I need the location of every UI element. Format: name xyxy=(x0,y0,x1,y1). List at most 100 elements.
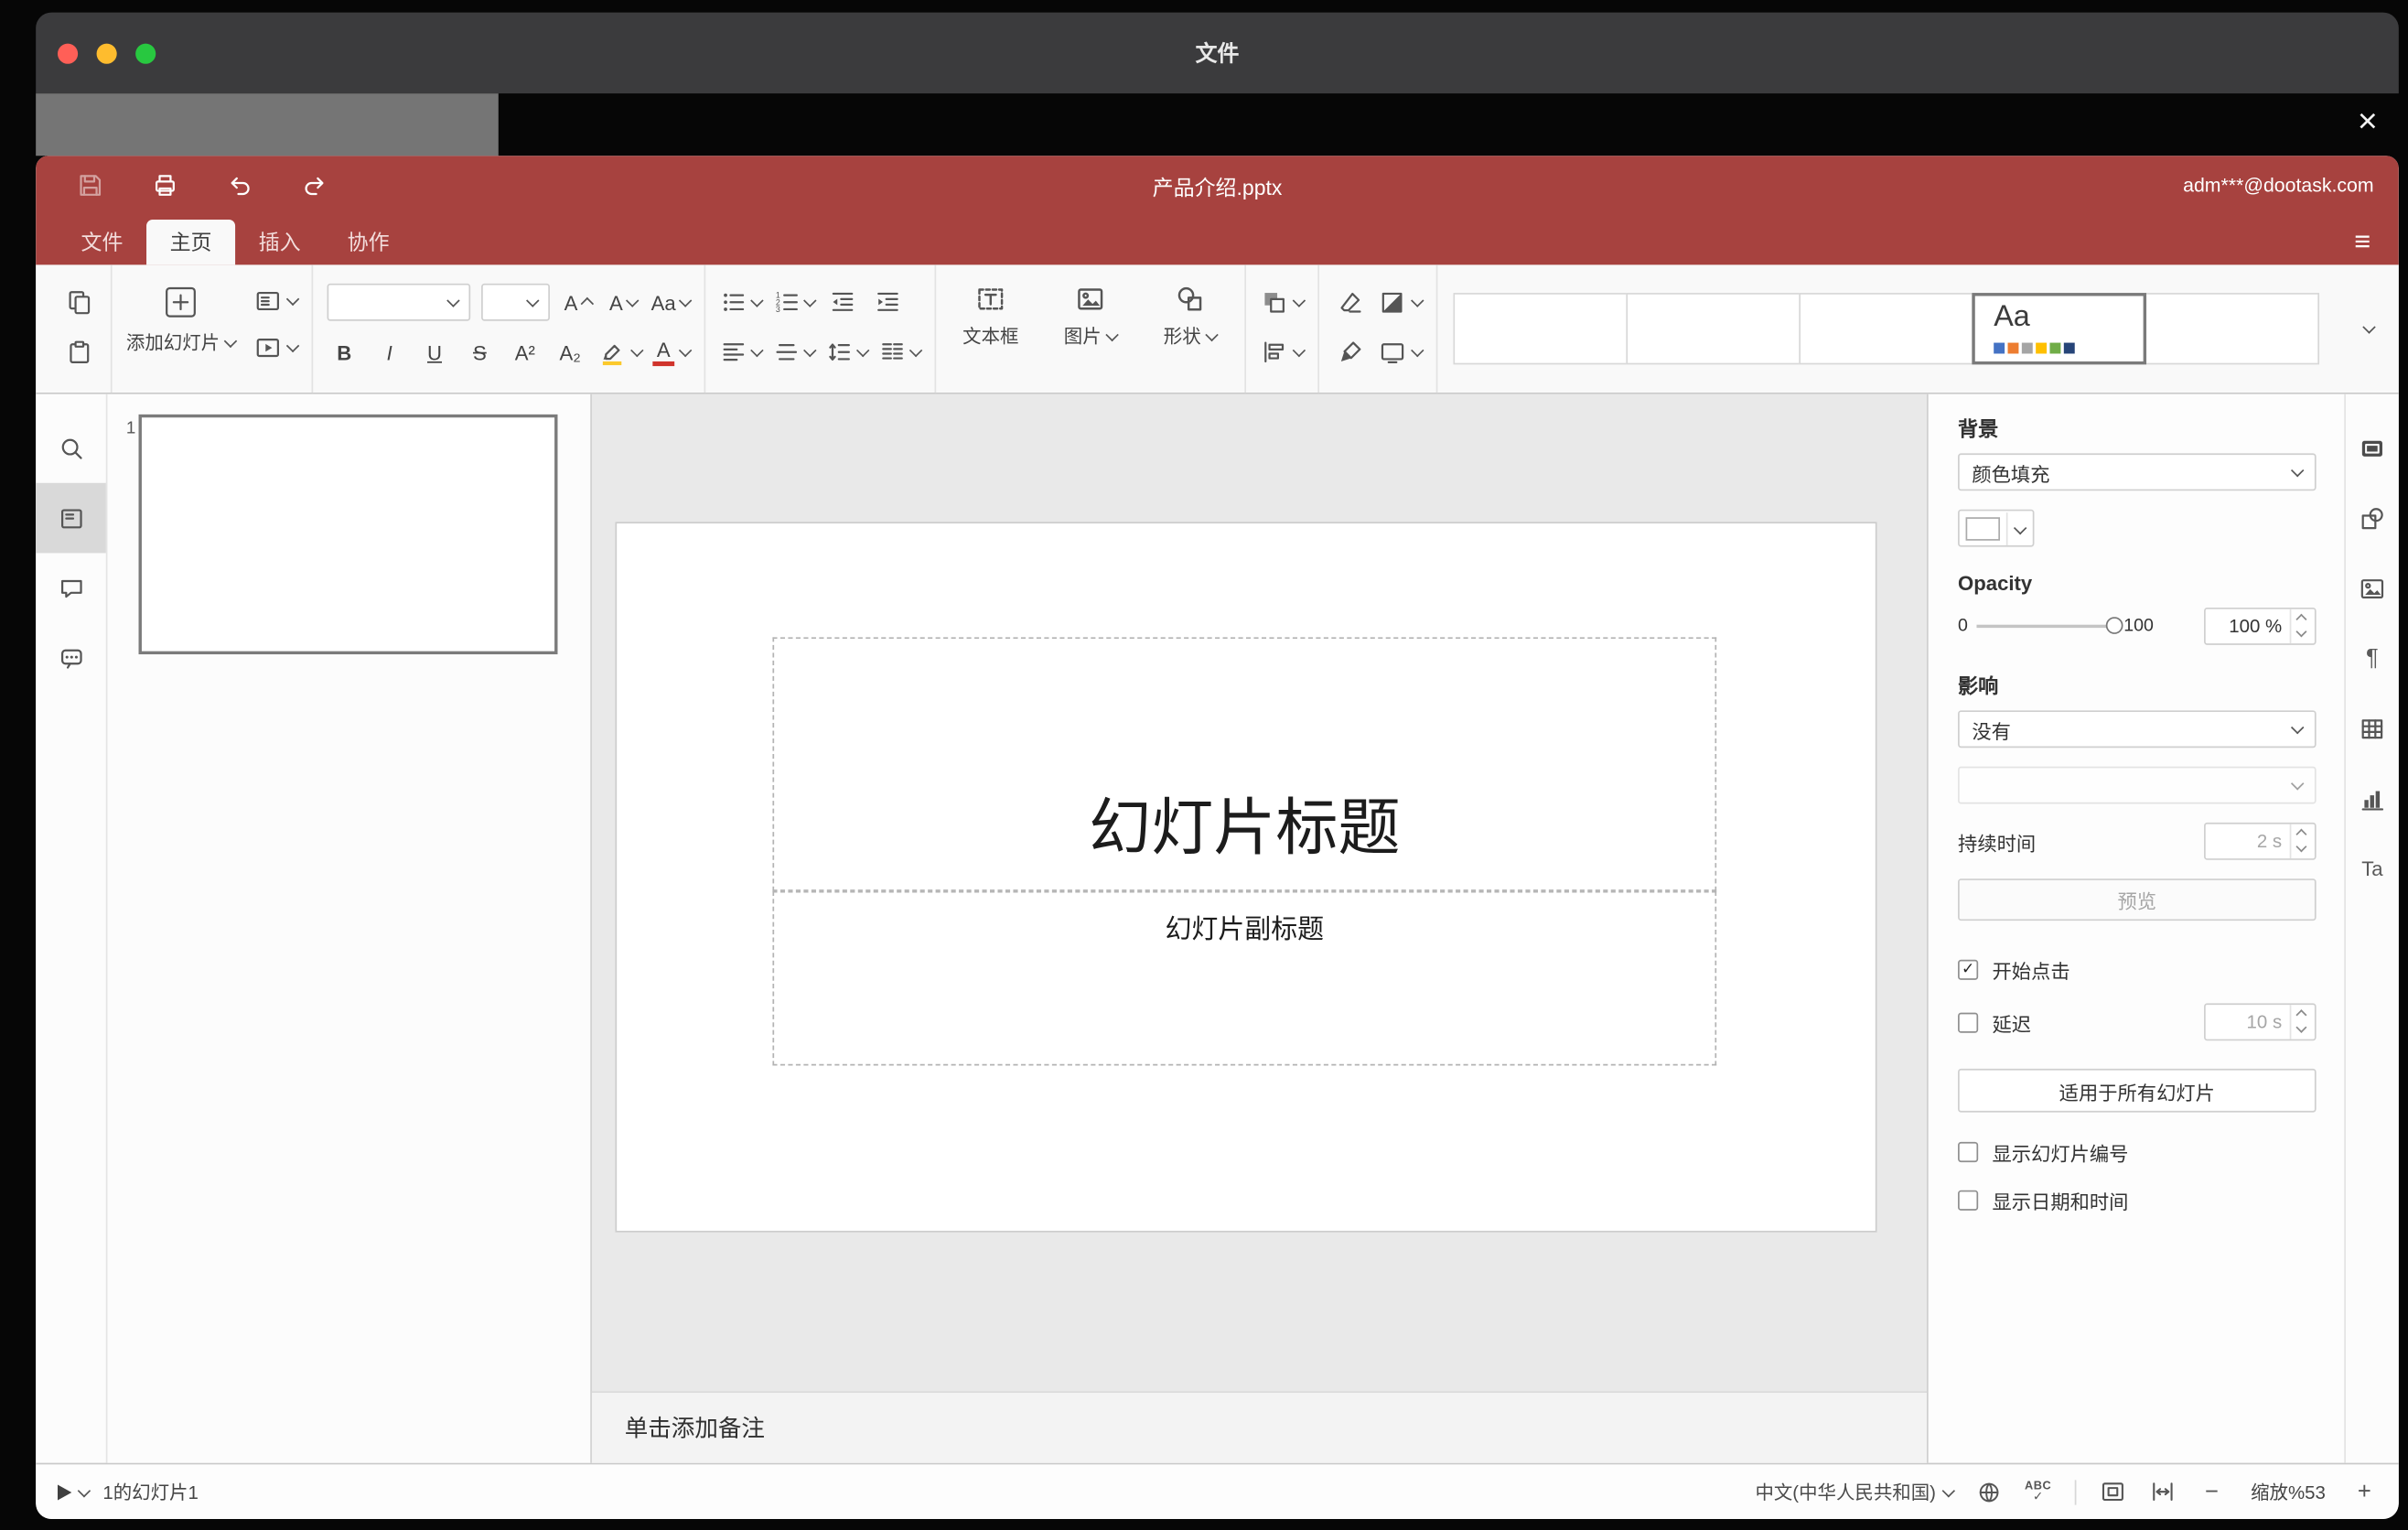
thumbnails-button[interactable] xyxy=(36,482,106,554)
textart-settings-button[interactable]: Ta xyxy=(2346,834,2399,904)
transition-select[interactable]: 没有 xyxy=(1958,710,2317,749)
chevron-down-icon xyxy=(1411,343,1424,358)
modal-close-button[interactable]: × xyxy=(2339,97,2395,146)
zoom-out-button[interactable]: − xyxy=(2199,1479,2224,1505)
comment-icon xyxy=(60,579,81,598)
bullets-button[interactable] xyxy=(720,284,764,321)
print-icon xyxy=(155,175,175,196)
insert-textbox-button[interactable]: 文本框 xyxy=(951,282,1032,393)
subtitle-placeholder[interactable]: 幻灯片副标题 xyxy=(772,890,1717,1066)
italic-button[interactable]: I xyxy=(372,333,406,371)
clear-style-button[interactable] xyxy=(1333,284,1367,321)
spinner-arrows[interactable] xyxy=(2289,609,2315,644)
comments-button[interactable] xyxy=(36,553,106,623)
delay-checkbox[interactable]: 延迟 xyxy=(1958,1007,2031,1037)
superscript-button[interactable]: A² xyxy=(508,333,542,371)
apply-all-button[interactable]: 适用于所有幻灯片 xyxy=(1958,1068,2317,1113)
font-size-select[interactable] xyxy=(481,283,551,321)
show-date-checkbox[interactable]: 显示日期和时间 xyxy=(1958,1186,2317,1215)
copy-button[interactable] xyxy=(62,284,96,321)
notes-area[interactable]: 单击添加备注 xyxy=(591,1391,1927,1463)
save-button[interactable] xyxy=(76,171,104,199)
theme-cell[interactable] xyxy=(1799,293,1974,365)
shape-align-button[interactable] xyxy=(1260,333,1306,371)
opacity-slider-knob[interactable] xyxy=(2106,617,2124,634)
paste-button[interactable] xyxy=(62,333,96,371)
title-placeholder[interactable]: 幻灯片标题 xyxy=(772,637,1717,891)
underline-button[interactable]: U xyxy=(417,333,451,371)
language-button[interactable]: 中文(中华人民共和国) xyxy=(1755,1479,1955,1505)
spellcheck-button[interactable]: ABC ✓ xyxy=(2025,1481,2051,1503)
insert-shape-button[interactable]: 形状 xyxy=(1149,282,1231,393)
font-color-button[interactable]: A xyxy=(652,333,693,371)
start-on-click-checkbox[interactable]: ✓ 开始点击 xyxy=(1958,955,2317,985)
group-font: A A Aa B I U S A² A₂ A xyxy=(313,264,706,393)
close-window-button[interactable] xyxy=(57,42,79,63)
font-decrease-button[interactable]: A xyxy=(606,284,640,321)
highlight-color-button[interactable] xyxy=(598,333,644,371)
slide-settings-button[interactable] xyxy=(2346,413,2399,483)
print-button[interactable] xyxy=(151,171,179,199)
chart-settings-button[interactable] xyxy=(2346,763,2399,834)
slide-thumbnail[interactable] xyxy=(138,414,558,655)
tab-insert[interactable]: 插入 xyxy=(235,219,324,264)
numbering-icon: 123 xyxy=(776,291,798,314)
chat-icon xyxy=(60,648,81,668)
chevron-down-icon xyxy=(803,294,817,307)
menu-button[interactable]: ≡ xyxy=(2354,228,2377,265)
tab-collaboration[interactable]: 协作 xyxy=(324,219,413,264)
highlight-icon xyxy=(602,344,622,366)
opacity-input[interactable]: 100 % xyxy=(2204,607,2317,645)
insert-image-button[interactable]: 图片 xyxy=(1050,282,1132,393)
set-language-button[interactable] xyxy=(1976,1480,2001,1504)
vertical-align-button[interactable] xyxy=(772,333,817,371)
delay-input: 10 s xyxy=(2204,1003,2317,1041)
opacity-slider[interactable] xyxy=(1977,617,2124,634)
horizontal-align-button[interactable] xyxy=(720,333,764,371)
fit-width-button[interactable] xyxy=(2149,1479,2176,1505)
theme-cell[interactable] xyxy=(2145,293,2320,365)
color-scheme-button[interactable] xyxy=(1379,284,1424,321)
subscript-button[interactable]: A₂ xyxy=(553,333,586,371)
font-name-select[interactable] xyxy=(327,283,471,321)
tab-home[interactable]: 主页 xyxy=(146,219,236,265)
tab-file[interactable]: 文件 xyxy=(58,219,146,264)
fullscreen-window-button[interactable] xyxy=(135,42,156,63)
minimize-window-button[interactable] xyxy=(96,42,117,63)
add-slide-button[interactable]: 添加幻灯片 xyxy=(126,282,238,393)
theme-cell-selected[interactable]: Aa xyxy=(1972,293,2147,365)
font-increase-button[interactable]: A xyxy=(561,284,595,321)
search-button[interactable] xyxy=(36,413,106,483)
columns-button[interactable] xyxy=(878,333,923,371)
show-slide-number-checkbox[interactable]: 显示幻灯片编号 xyxy=(1958,1137,2317,1167)
textbox-icon xyxy=(978,288,1004,310)
bold-button[interactable]: B xyxy=(328,333,361,371)
gallery-expand-button[interactable] xyxy=(2349,293,2389,364)
decrease-indent-button[interactable] xyxy=(825,284,859,321)
background-fill-select[interactable]: 颜色填充 xyxy=(1958,453,2317,491)
theme-cell[interactable] xyxy=(1626,293,1801,365)
slide-layout-button[interactable] xyxy=(254,282,300,319)
start-slideshow-button[interactable] xyxy=(57,1483,91,1500)
increase-indent-button[interactable] xyxy=(871,284,905,321)
preview-slideshow-button[interactable] xyxy=(254,329,300,366)
background-color-picker[interactable] xyxy=(1958,509,2035,547)
undo-button[interactable] xyxy=(226,171,254,199)
copy-style-button[interactable] xyxy=(1333,333,1367,371)
line-spacing-button[interactable] xyxy=(825,333,870,371)
numbering-button[interactable]: 123 xyxy=(772,284,817,321)
shape-settings-button[interactable] xyxy=(2346,483,2399,554)
slide[interactable]: 幻灯片标题 幻灯片副标题 xyxy=(617,523,1876,1231)
paragraph-settings-button[interactable]: ¶ xyxy=(2346,623,2399,694)
redo-button[interactable] xyxy=(301,171,329,199)
zoom-in-button[interactable]: + xyxy=(2352,1479,2377,1505)
chat-button[interactable] xyxy=(36,623,106,694)
arrange-button[interactable] xyxy=(1260,284,1306,321)
image-settings-button[interactable] xyxy=(2346,553,2399,623)
table-settings-button[interactable] xyxy=(2346,694,2399,764)
change-case-button[interactable]: Aa xyxy=(651,284,693,321)
fit-slide-button[interactable] xyxy=(2100,1479,2126,1505)
theme-cell[interactable] xyxy=(1453,293,1629,365)
slide-size-button[interactable] xyxy=(1379,333,1424,371)
strikethrough-button[interactable]: S xyxy=(463,333,497,371)
